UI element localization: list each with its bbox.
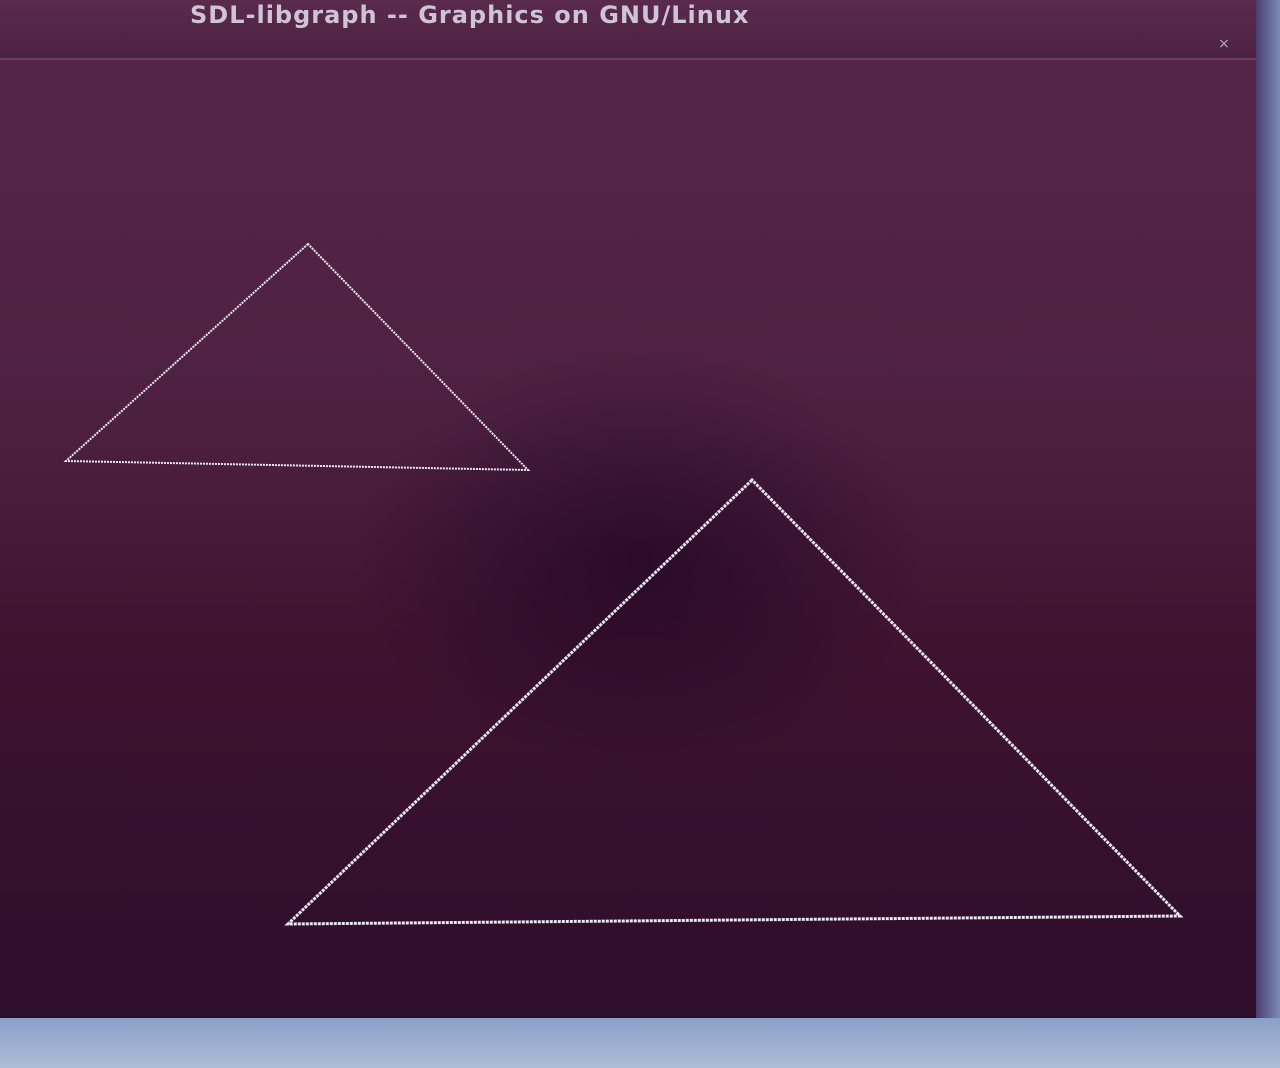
close-icon[interactable]: × — [1214, 34, 1234, 54]
desktop-edge-right — [1256, 0, 1280, 1020]
desktop-edge-bottom — [0, 1018, 1280, 1068]
canvas-svg — [63, 242, 1184, 926]
window-title: SDL-libgraph -- Graphics on GNU/Linux — [190, 1, 750, 29]
drawing-canvas — [0, 60, 1256, 1018]
graphics-window: SDL-libgraph -- Graphics on GNU/Linux × — [0, 0, 1256, 1018]
window-titlebar[interactable]: SDL-libgraph -- Graphics on GNU/Linux × — [0, 0, 1256, 60]
large-triangle — [284, 477, 1184, 926]
small-triangle — [63, 242, 531, 472]
